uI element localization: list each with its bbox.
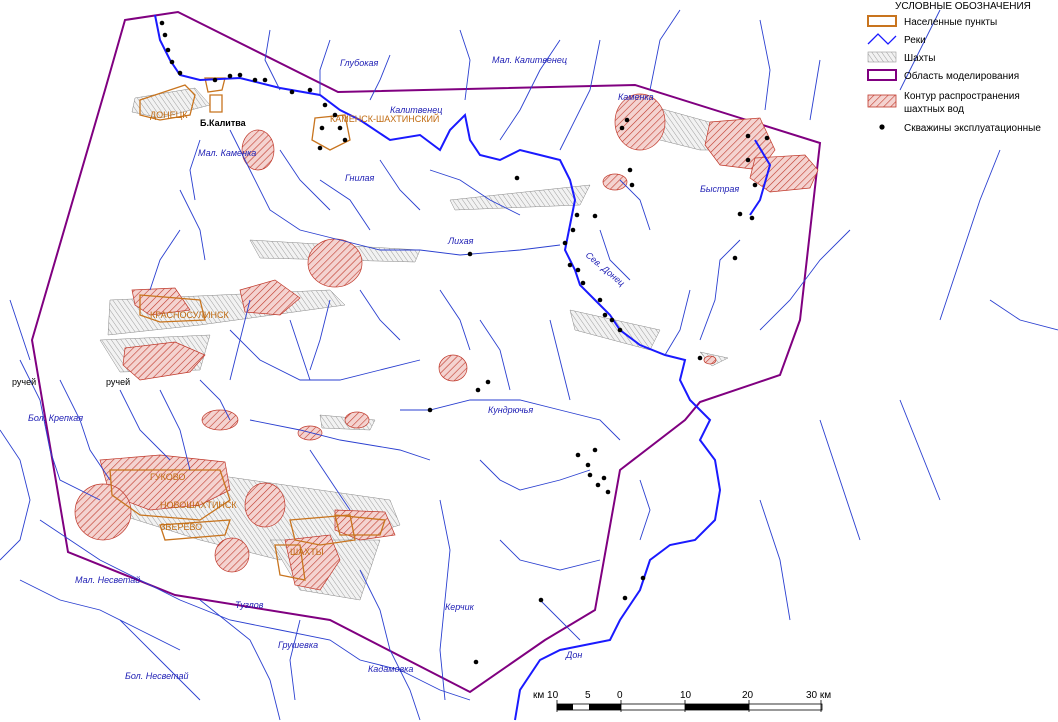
town-label: ДОНЕЦК [150, 110, 188, 120]
scale-tick-label: 20 [742, 690, 754, 701]
red-hatched-icon [867, 94, 897, 108]
legend-label: Реки [904, 35, 926, 46]
legend-title: УСЛОВНЫЕ ОБОЗНАЧЕНИЯ [895, 1, 1031, 12]
town-label: КРАСНОСУЛИНСК [150, 310, 229, 320]
river-label: Кундрючья [488, 405, 533, 415]
river-label: Сев. Донец [584, 250, 627, 288]
legend-label: Населенные пункты [904, 17, 997, 28]
river-label: ручей [106, 377, 130, 387]
river-label: Грушевка [278, 640, 318, 650]
river-label: Мал. Калитвенец [492, 55, 567, 65]
town-label: ШАХТЫ [290, 547, 324, 557]
legend-label: Шахты [904, 53, 935, 64]
scale-tick-label: 30 км [806, 690, 831, 701]
river-line-icon [867, 33, 897, 45]
purple-outline-rect-icon [867, 69, 897, 81]
river-label: Бол. Несветай [125, 671, 188, 681]
map-canvas: Глубокая Мал. Калитвенец Калитвенец Мал.… [0, 1, 1058, 721]
legend: УСЛОВНЫЕ ОБОЗНАЧЕНИЯ Населенные пункты Р… [867, 1, 1041, 134]
town-label: НОВОШАХТИНСК [160, 500, 237, 510]
town-label: КАМЕНСК-ШАХТИНСКИЙ [330, 113, 439, 124]
river-label: Бол. Крепкая [28, 413, 83, 423]
river-label: Лихая [447, 236, 474, 246]
scale-left-label: км 10 [533, 690, 559, 701]
river-label: Мал. Каменка [198, 148, 256, 158]
river-label: Гнилая [345, 173, 375, 183]
town-label: Б.Калитва [200, 118, 247, 128]
hatched-gray-icon [867, 51, 897, 63]
river-label: Керчик [445, 602, 475, 612]
river-label: Дон [565, 650, 582, 660]
scale-tick-label: 10 [680, 690, 692, 701]
legend-label: Скважины эксплуатационные [904, 123, 1041, 134]
town-label: ЗВЕРЕВО [160, 522, 202, 532]
river-label: Быстрая [700, 184, 739, 194]
river-label: Мал. Несветай [75, 575, 140, 585]
orange-outline-rect-icon [867, 15, 897, 27]
river-label: ручей [12, 377, 36, 387]
river-label: Каменка [618, 92, 654, 102]
scale-tick-label: 0 [617, 690, 623, 701]
legend-label: шахтных вод [904, 104, 964, 115]
river-label: Тузлов [235, 600, 264, 610]
legend-label: Контур распространения [904, 91, 1020, 102]
river-label: Кадамовка [368, 664, 413, 674]
town-label: ГУКОВО [150, 472, 185, 482]
scale-tick-label: 5 [585, 690, 591, 701]
scale-bar: км 10 5 0 10 20 30 км [533, 690, 831, 712]
legend-label: Область моделирования [904, 70, 1019, 82]
black-dot-icon [879, 124, 885, 130]
river-label: Глубокая [340, 58, 378, 68]
